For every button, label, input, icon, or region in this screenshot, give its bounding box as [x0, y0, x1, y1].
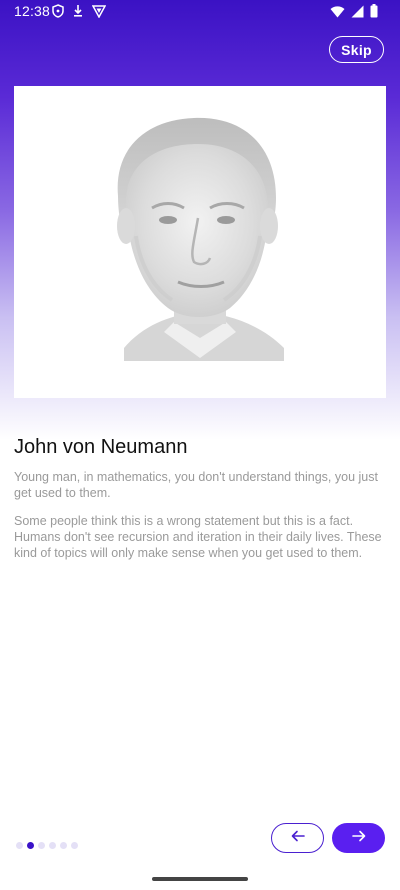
status-right-icons [330, 4, 378, 21]
page-dot-5 [60, 842, 67, 849]
slide-description: Some people think this is a wrong statem… [14, 514, 382, 560]
home-indicator[interactable] [152, 877, 248, 881]
page-dot-2-active [27, 842, 34, 849]
page-dot-3 [38, 842, 45, 849]
download-icon [72, 4, 84, 21]
page-dot-4 [49, 842, 56, 849]
shield-icon [52, 4, 64, 21]
vpn-icon [91, 4, 107, 21]
signal-icon [351, 5, 364, 21]
wifi-icon [330, 5, 345, 21]
arrow-left-icon [291, 829, 305, 847]
battery-icon [370, 4, 378, 21]
next-button[interactable] [332, 823, 385, 853]
skip-button[interactable]: Skip [329, 36, 384, 63]
previous-button[interactable] [271, 823, 324, 853]
page-indicator [16, 842, 78, 849]
status-time: 12:38 [14, 3, 51, 19]
status-bar: 12:38 [0, 0, 400, 24]
page-dot-1 [16, 842, 23, 849]
status-left-icons [52, 4, 107, 21]
portrait-image [14, 86, 386, 398]
arrow-right-icon [351, 829, 366, 847]
slide-title: John von Neumann [14, 436, 188, 458]
page-dot-6 [71, 842, 78, 849]
slide-quote: Young man, in mathematics, you don't und… [14, 470, 378, 500]
